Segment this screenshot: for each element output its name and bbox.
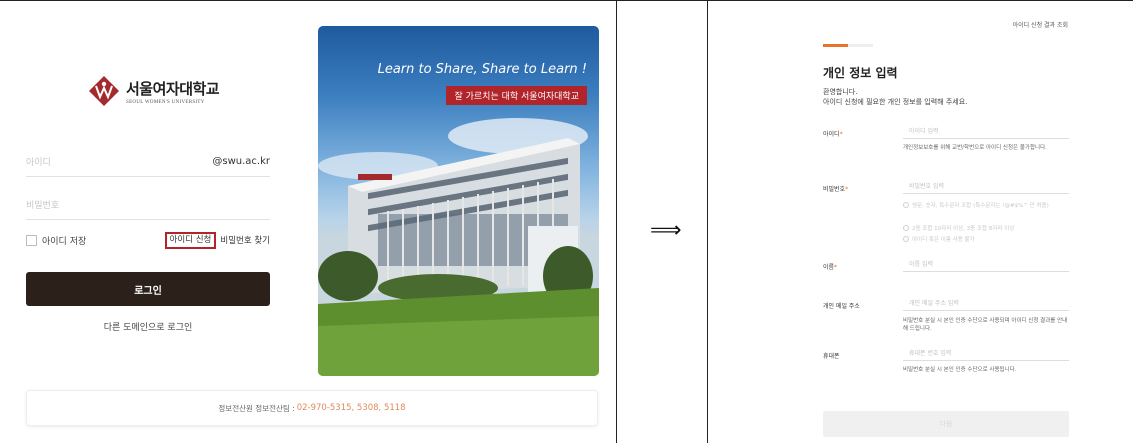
id-input[interactable]: 아이디 입력 [903,123,1069,139]
email-hint: 비밀번호 분실 시 본인 인증 수단으로 사용되며 아이디 신청 결과를 안내해… [903,318,1068,332]
find-password-link[interactable]: 비밀번호 찾기 [220,234,270,246]
login-options-row: 아이디 저장 아이디 신청 비밀번호 찾기 [26,231,270,249]
form-title: 개인 정보 입력 [823,66,898,80]
welcome-text: 환영합니다. 아이디 신청에 필요한 개인 정보를 입력해 주세요. [823,87,967,107]
contact-footer: 정보전산원 정보전산팀 : 02-970-5315, 5308, 5118 [26,390,598,426]
name-label-text: 이름 [823,264,835,271]
welcome-line: 아이디 신청에 필요한 개인 정보를 입력해 주세요. [823,98,968,106]
login-id-field[interactable]: 아이디 @swu.ac.kr [26,147,270,177]
university-name-en: SEOUL WOMEN'S UNIVERSITY [126,99,205,105]
check-application-result-link[interactable]: 아이디 신청 결과 조회 [1013,20,1068,29]
required-mark: * [834,264,838,271]
password-label-text: 비밀번호 [823,186,846,193]
email-input[interactable]: 개인 메일 주소 입력 [903,295,1069,311]
panel-divider [616,0,617,443]
password-rule-1: 영문, 숫자, 특수문자 조합 (특수문자는 !@#$%^ 만 허용) [903,201,1073,209]
required-mark: * [845,186,849,193]
password-rule-text: 아이디 혹은 이름 사용 불가 [912,237,975,243]
name-label: 이름* [823,262,837,271]
required-mark: * [839,131,843,138]
login-id-placeholder: 아이디 [26,158,51,168]
login-password-placeholder: 비밀번호 [26,201,60,211]
password-rule-text: 영문, 숫자, 특수문자 조합 (특수문자는 !@#$%^ 만 허용) [912,203,1049,209]
password-rule-3: 아이디 혹은 이름 사용 불가 [903,235,975,243]
phone-input[interactable]: 휴대폰 번호 입력 [903,345,1069,361]
password-input[interactable]: 비밀번호 입력 [903,178,1069,194]
save-id-label[interactable]: 아이디 저장 [42,234,86,247]
login-password-field[interactable]: 비밀번호 [26,190,270,220]
phone-label: 휴대폰 [823,353,840,360]
apply-id-link[interactable]: 아이디 신청 [164,231,217,249]
check-circle-icon [903,236,909,242]
id-label: 아이디* [823,129,843,138]
save-id-checkbox[interactable] [26,234,37,246]
university-name: 서울여자대학교 [126,79,220,98]
panel-divider [707,0,708,443]
password-rule-text: 2종 조합 10자리 이상, 3종 조합 8자리 이상 [912,226,1015,232]
welcome-line: 환영합니다. [823,88,858,96]
campus-hero-image: Learn to Share, Share to Learn ! 잘 가르치는 … [318,26,599,376]
email-label: 개인 메일 주소 [823,303,860,310]
university-emblem-icon [88,75,120,107]
contact-team: 정보전산원 정보전산팀 : [218,403,295,413]
check-circle-icon [903,202,909,208]
next-button[interactable]: 다음 [823,411,1069,437]
id-hint: 개인정보보호를 위해 교번/학번으로 아이디 신청은 불가합니다. [903,145,1047,151]
id-label-text: 아이디 [823,131,840,138]
name-input[interactable]: 이름 입력 [903,256,1069,272]
check-circle-icon [903,225,909,231]
password-rule-2: 2종 조합 10자리 이상, 3종 조합 8자리 이상 [903,224,1014,232]
transition-arrow-icon: ⟹ [650,218,682,243]
phone-hint: 비밀번호 분실 시 본인 인증 수단으로 사용됩니다. [903,367,1017,373]
login-button[interactable]: 로그인 [26,272,270,306]
password-label: 비밀번호* [823,184,848,193]
step-progress-fill [823,44,848,47]
campus-building-illustration [318,118,599,376]
university-logo: 서울여자대학교 SEOUL WOMEN'S UNIVERSITY [88,75,220,107]
contact-phone: 02-970-5315, 5308, 5118 [296,403,406,413]
hero-slogan: Learn to Share, Share to Learn ! [377,62,587,77]
hero-tagline: 잘 가르치는 대학 서울여자대학교 [446,86,587,105]
step-progress-bar [823,44,873,47]
email-domain-suffix: @swu.ac.kr [212,156,270,167]
other-domain-login-link[interactable]: 다른 도메인으로 로그인 [26,320,270,333]
